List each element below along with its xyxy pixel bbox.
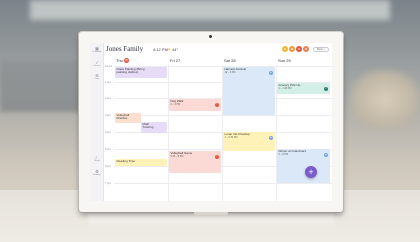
sidebar-item-sleep[interactable]: ☾ Sleep (90, 155, 104, 163)
hour-label: 12 pm (105, 65, 113, 68)
event-card[interactable]: Dinner at Grandma's 5 – 8 PM ● (277, 149, 330, 183)
avatar[interactable]: D (303, 46, 309, 52)
sidebar-item-label: Chores (93, 65, 101, 67)
event-card[interactable]: Grocery Pick Up 1 – 1:45 PM ✓ (277, 83, 330, 94)
person-icon: ● (324, 153, 328, 157)
column-divider (168, 65, 169, 201)
check-icon: ✓ (324, 87, 328, 91)
sidebar-item-calendar[interactable]: ▦ Calendar (90, 46, 104, 54)
background-lamp (350, 70, 420, 130)
day-header-row: Thu 26 Fri 27 Sat 28 Sun 29 (104, 56, 332, 65)
sun-icon: ☀ (167, 46, 172, 52)
alert-icon: ! (215, 155, 219, 159)
event-card[interactable]: Harvest Festival 12 – 3 PM ● (223, 67, 275, 115)
menu-button[interactable]: Menu ≡ (313, 46, 329, 52)
hour-label: 5 pm (105, 148, 111, 151)
event-subtitle: painting clothes) (116, 70, 139, 75)
event-time: 5:30 – 8 PM (170, 155, 184, 159)
background-shelf (0, 60, 90, 112)
hour-label: 7 pm (105, 182, 111, 185)
sidebar-item-lists[interactable]: ☰ Lists (90, 73, 104, 81)
avatar[interactable]: C (296, 46, 302, 52)
calendar-screen: ▦ Calendar ✓ Chores ☰ Lists ☾ Sleep ⚙ Se… (90, 43, 332, 201)
today-badge: 26 (123, 58, 129, 64)
avatar[interactable]: A (282, 46, 288, 52)
person-icon: ● (269, 71, 273, 75)
sidebar-item-chores[interactable]: ✓ Chores (90, 60, 104, 68)
event-card[interactable]: Math Tutoring (141, 122, 167, 133)
hour-label: 1 pm (105, 81, 111, 84)
event-subtitle: Tutoring (142, 125, 154, 130)
sidebar: ▦ Calendar ✓ Chores ☰ Lists ☾ Sleep ⚙ Se… (90, 43, 104, 201)
hour-label: 3 pm (105, 114, 111, 117)
background-window (30, 0, 390, 20)
calendar-grid: 12 pm 1 pm 2 pm 3 pm 4 pm 5 pm 6 pm 7 pm… (104, 65, 332, 201)
hour-label: 2 pm (105, 97, 111, 100)
person-icon: ● (269, 136, 273, 140)
event-card[interactable]: Reading Time (115, 159, 167, 166)
event-card[interactable]: Volleyball Practice (115, 113, 141, 123)
day-header-sun[interactable]: Sun 29 (278, 57, 291, 64)
day-label: Thu (116, 58, 123, 63)
event-time: 2 – 3 PM (170, 103, 181, 107)
sidebar-item-settings[interactable]: ⚙ Settings (90, 169, 104, 177)
event-card[interactable]: Volleyball Game 5:30 – 8 PM ! (169, 151, 221, 173)
sidebar-item-label: Lists (94, 78, 100, 80)
event-card[interactable]: Class Painting (Bring painting clothes) (115, 67, 167, 78)
day-header-thu[interactable]: Thu 26 (116, 57, 129, 64)
clock-time: 4:12 PM (153, 47, 168, 52)
event-subtitle: Practice (116, 116, 128, 121)
display-frame: ▦ Calendar ✓ Chores ☰ Lists ☾ Sleep ⚙ Se… (79, 32, 343, 212)
day-header-fri[interactable]: Fri 27 (170, 57, 180, 64)
frame-stand (194, 212, 228, 215)
hour-label: 6 pm (105, 165, 111, 168)
event-card[interactable]: Dog Walk 2 – 3 PM ! (169, 99, 221, 111)
hour-line (114, 183, 332, 184)
day-header-sat[interactable]: Sat 28 (224, 57, 236, 64)
sidebar-item-label: Calendar (92, 51, 102, 53)
avatar[interactable]: B (289, 46, 295, 52)
event-time: 1 – 1:45 PM (278, 87, 292, 91)
event-title: Reading Time (116, 159, 136, 163)
camera-icon (209, 35, 212, 38)
temperature: 44° (172, 47, 179, 52)
event-card[interactable]: Lunar Vet Checkup 4 – 5:30 PM ● (223, 132, 275, 151)
hour-line (114, 115, 332, 116)
alert-icon: ! (215, 103, 219, 107)
sidebar-item-label: Sleep (94, 160, 100, 162)
frame-reflection (88, 214, 334, 228)
add-event-button[interactable]: + (305, 166, 317, 178)
header: Jones Family 4:12 PM ☀ 44° A B C D Menu … (104, 43, 332, 56)
hour-label: 4 pm (105, 131, 111, 134)
event-time: 5 – 8 PM (278, 153, 289, 157)
page-title: Jones Family (106, 45, 144, 53)
event-time: 4 – 5:30 PM (224, 136, 238, 140)
event-time: 12 – 3 PM (224, 71, 236, 75)
sidebar-item-label: Settings (93, 174, 101, 176)
